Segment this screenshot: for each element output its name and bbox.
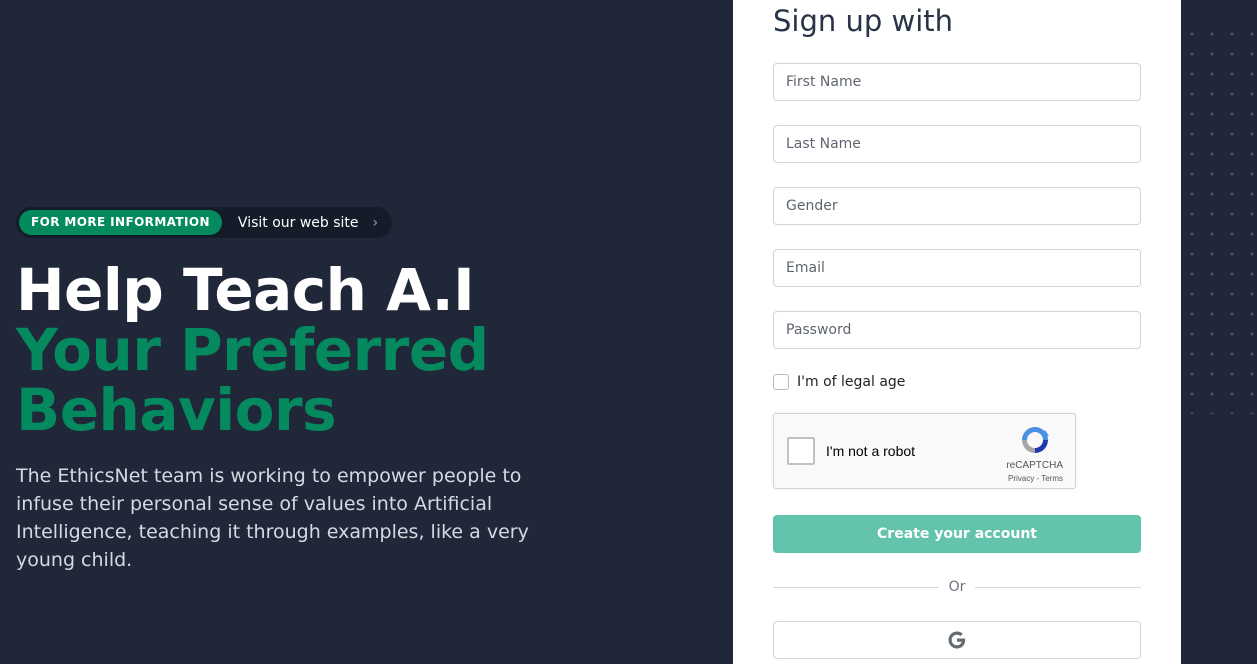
hero-section: FOR MORE INFORMATION Visit our web site … (16, 207, 716, 574)
divider-line-right (975, 587, 1141, 588)
recaptcha-brand: reCAPTCHA (1006, 460, 1063, 471)
signup-title: Sign up with (773, 4, 954, 38)
dot-pattern-decoration (1182, 24, 1257, 414)
recaptcha-logo-icon (1022, 427, 1049, 453)
legal-age-option[interactable]: I'm of legal age (773, 374, 905, 390)
chevron-right-icon: › (372, 214, 379, 231)
headline-line-2: Your Preferred (16, 316, 489, 384)
email-input[interactable] (773, 249, 1141, 287)
gender-input[interactable] (773, 187, 1141, 225)
headline-line-1: Help Teach A.I (16, 256, 475, 324)
more-info-link[interactable]: FOR MORE INFORMATION Visit our web site … (16, 207, 393, 238)
hero-description: The EthicsNet team is working to empower… (16, 465, 529, 571)
or-divider: Or (773, 577, 1141, 597)
more-info-badge: FOR MORE INFORMATION (19, 210, 222, 235)
create-account-button[interactable]: Create your account (773, 515, 1141, 553)
last-name-input[interactable] (773, 125, 1141, 163)
recaptcha-label: I'm not a robot (826, 443, 916, 459)
recaptcha-checkbox[interactable] (787, 437, 815, 465)
legal-age-checkbox[interactable] (773, 374, 789, 390)
google-icon (948, 631, 966, 649)
recaptcha-privacy-terms[interactable]: Privacy - Terms (1008, 474, 1063, 483)
hero-headline: Help Teach A.I Your Preferred Behaviors (16, 260, 716, 440)
visit-website-text: Visit our web site (237, 214, 359, 231)
first-name-input[interactable] (773, 63, 1141, 101)
legal-age-label: I'm of legal age (797, 374, 906, 390)
google-signin-button[interactable] (773, 621, 1141, 659)
signup-panel: Sign up with I'm of legal age I'm not a … (733, 0, 1181, 664)
recaptcha-widget: I'm not a robot reCAPTCHA Privacy - Term… (773, 413, 1076, 489)
headline-line-3: Behaviors (16, 376, 337, 444)
password-input[interactable] (773, 311, 1141, 349)
